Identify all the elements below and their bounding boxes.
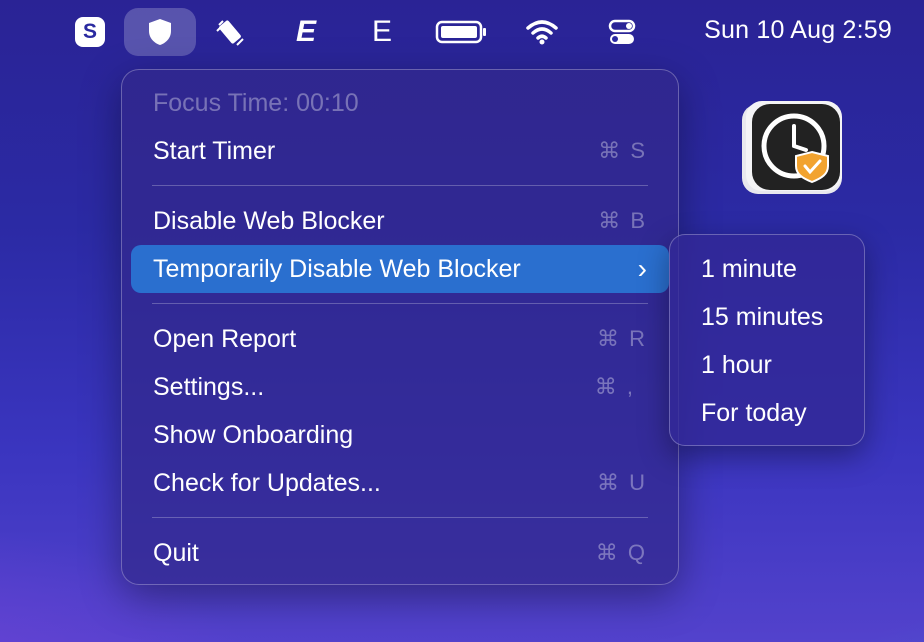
wifi-icon[interactable] [522, 8, 562, 56]
bold-e-icon[interactable]: E [286, 8, 326, 56]
menu-separator [152, 517, 648, 518]
temporarily-disable-submenu: 1 minute 15 minutes 1 hour For today [669, 234, 865, 446]
skype-icon[interactable]: S [72, 8, 108, 56]
settings-item[interactable]: Settings... ⌘ , [131, 363, 669, 411]
e-icon[interactable]: E [362, 8, 402, 56]
desktop-app-icon[interactable] [738, 98, 848, 198]
menu-bar: S E E Sun 10 Aug 2:59 [0, 0, 924, 64]
submenu-item-15-minutes[interactable]: 15 minutes [678, 293, 856, 341]
check-for-updates-item[interactable]: Check for Updates... ⌘ U [131, 459, 669, 507]
chevron-right-icon: › [637, 253, 647, 284]
rotate-glyph [216, 20, 244, 46]
app-menu-dropdown: Focus Time: 00:10 Start Timer ⌘ S Disabl… [121, 69, 679, 585]
quit-item[interactable]: Quit ⌘ Q [131, 529, 669, 577]
submenu-item-for-today[interactable]: For today [678, 389, 856, 437]
shield-glyph [149, 19, 171, 45]
settings-shortcut: ⌘ , [594, 374, 635, 399]
submenu-item-1-hour[interactable]: 1 hour [678, 341, 856, 389]
control-center-icon[interactable] [604, 8, 640, 56]
menu-separator [152, 303, 648, 304]
wifi-glyph [526, 20, 558, 45]
menu-separator [152, 185, 648, 186]
submenu-item-1-minute[interactable]: 1 minute [678, 245, 856, 293]
start-timer-item[interactable]: Start Timer ⌘ S [131, 127, 669, 175]
focus-shield-icon[interactable] [124, 8, 196, 56]
start-timer-shortcut: ⌘ S [598, 138, 647, 163]
temporarily-disable-web-blocker-item[interactable]: Temporarily Disable Web Blocker › [131, 245, 669, 293]
screen-rotate-icon[interactable] [210, 8, 250, 56]
control-center-glyph [608, 19, 636, 44]
battery-glyph [435, 20, 486, 44]
clock-app-icon [742, 101, 842, 194]
focus-time-label: Focus Time: 00:10 [153, 88, 359, 117]
quit-shortcut: ⌘ Q [595, 540, 647, 565]
open-report-shortcut: ⌘ R [597, 326, 647, 351]
battery-icon[interactable] [434, 8, 490, 56]
show-onboarding-item[interactable]: Show Onboarding [131, 411, 669, 459]
open-report-item[interactable]: Open Report ⌘ R [131, 315, 669, 363]
disable-web-blocker-shortcut: ⌘ B [598, 208, 647, 233]
check-for-updates-shortcut: ⌘ U [597, 470, 647, 495]
menu-bar-clock[interactable]: Sun 10 Aug 2:59 [704, 16, 892, 45]
disable-web-blocker-item[interactable]: Disable Web Blocker ⌘ B [131, 197, 669, 245]
